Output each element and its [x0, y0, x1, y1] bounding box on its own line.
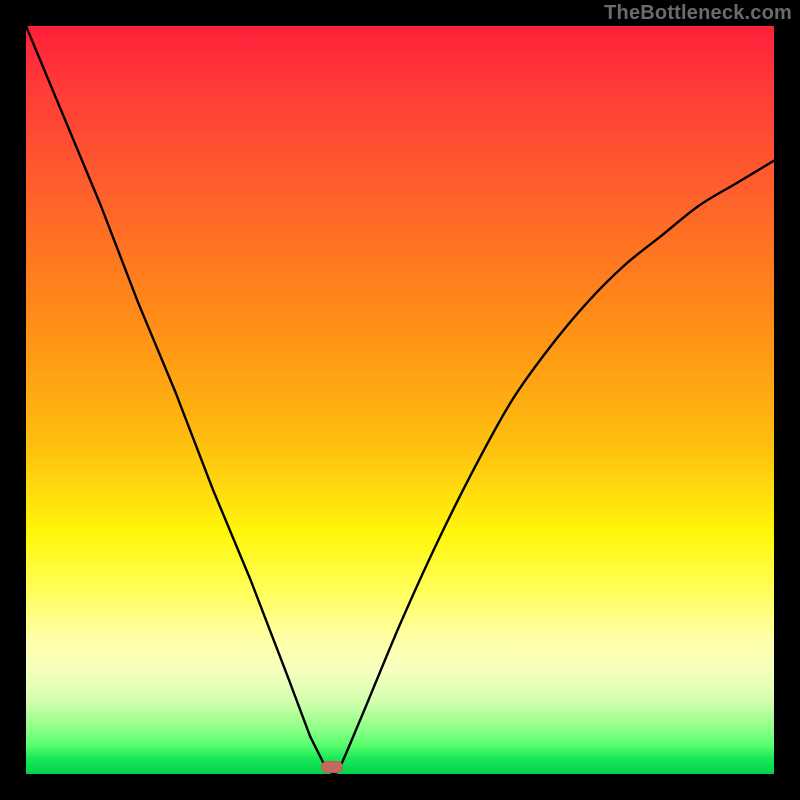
chart-frame: TheBottleneck.com	[0, 0, 800, 800]
bottleneck-curve	[26, 26, 774, 774]
watermark-text: TheBottleneck.com	[604, 2, 792, 25]
plot-area	[26, 26, 774, 774]
optimum-marker	[321, 761, 343, 773]
